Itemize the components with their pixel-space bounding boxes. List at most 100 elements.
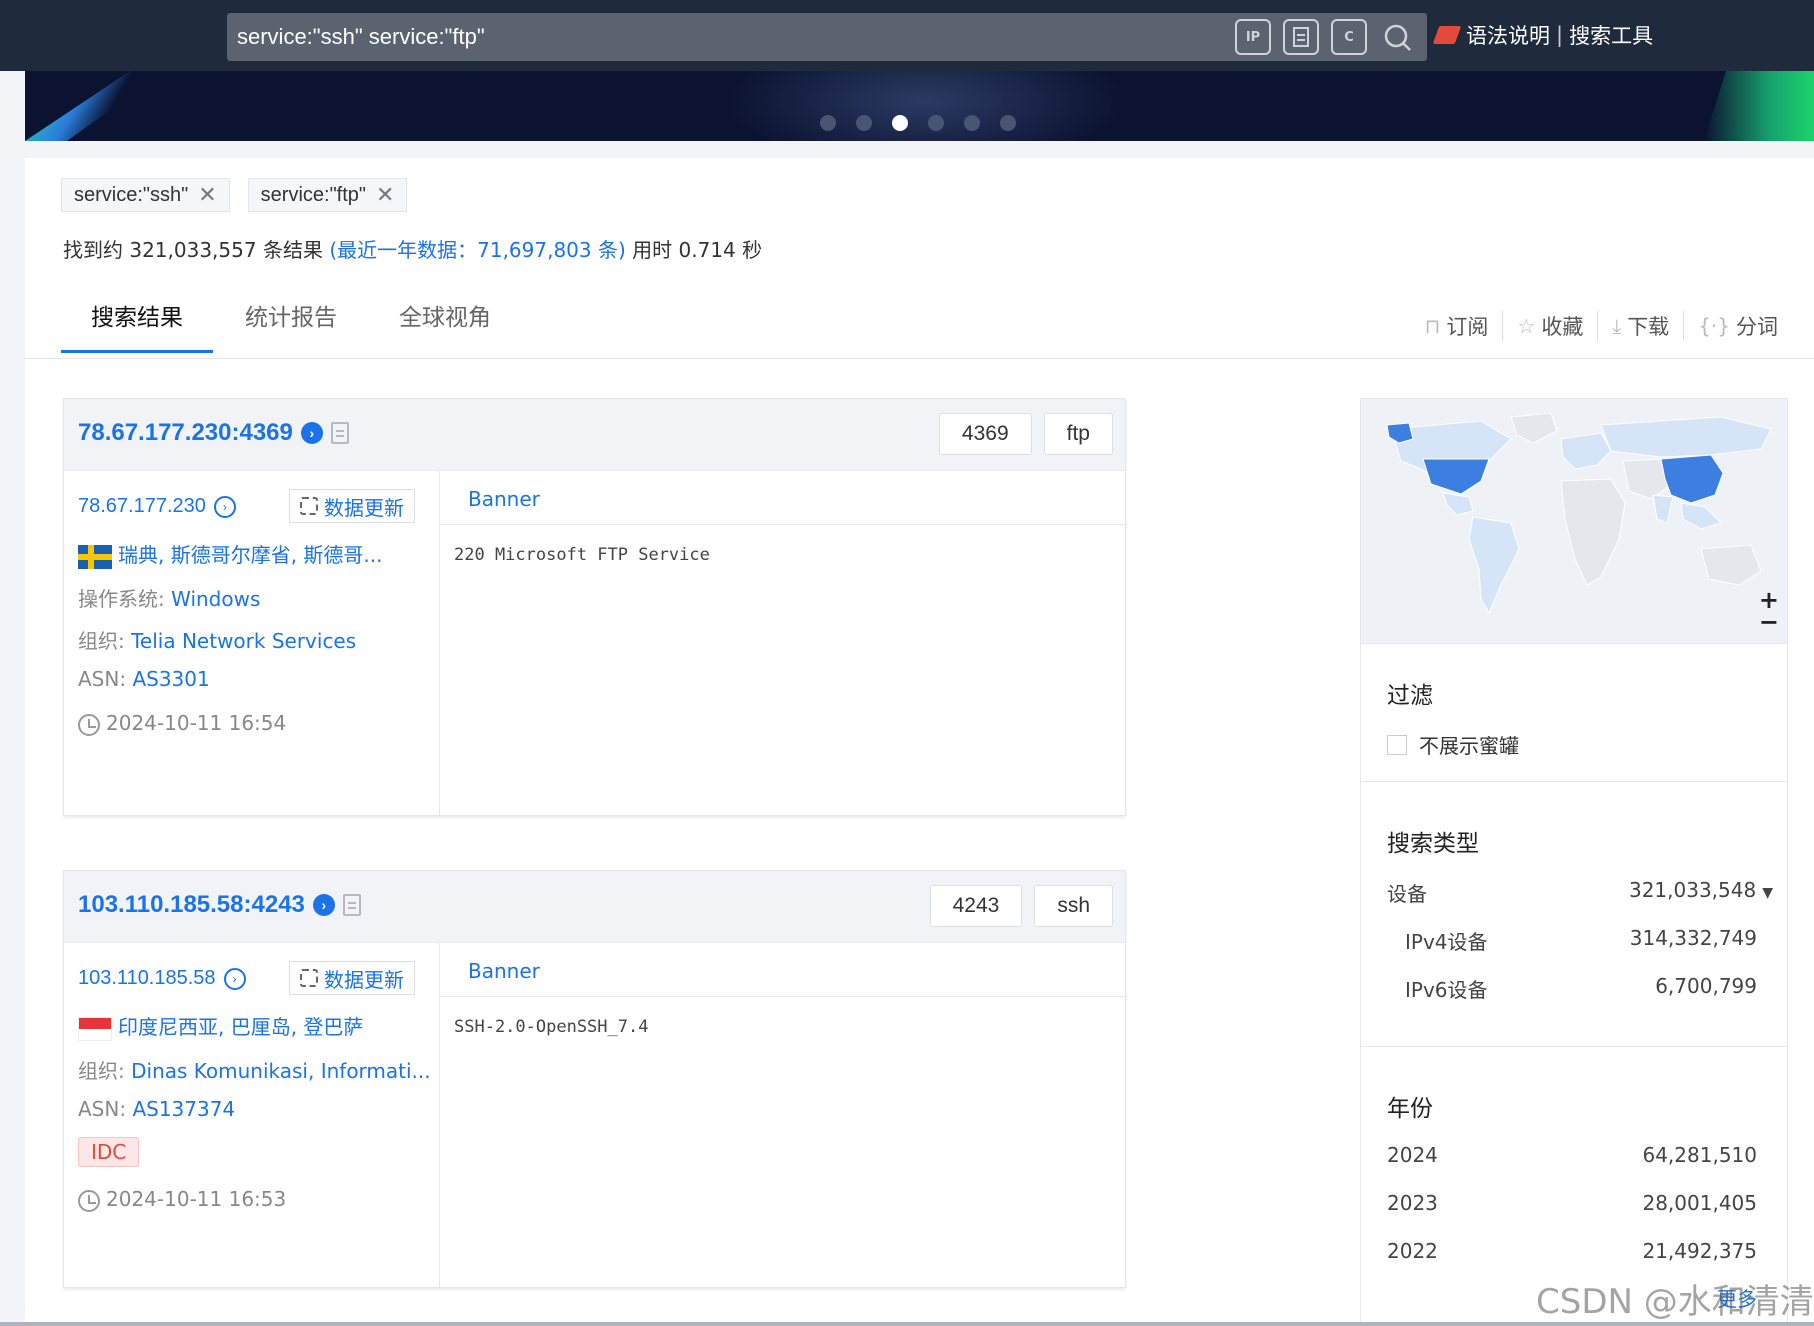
tab-statistics[interactable]: 统计报告: [215, 298, 367, 353]
tab-search-results[interactable]: 搜索结果: [61, 298, 213, 353]
caret-down-icon[interactable]: ▼: [1762, 885, 1773, 901]
search-type-title: 搜索类型: [1387, 831, 1479, 857]
carousel-dot[interactable]: [928, 115, 944, 131]
file-search-icon[interactable]: [1283, 19, 1319, 55]
timestamp: 2024-10-11 16:53: [106, 1187, 287, 1211]
star-icon: ☆: [1517, 314, 1536, 338]
banner-tab-label[interactable]: Banner: [468, 959, 540, 983]
type-row-ipv4[interactable]: IPv4设备 314,332,749: [1405, 926, 1757, 955]
open-arrow-icon[interactable]: ›: [300, 422, 323, 444]
update-label: 数据更新: [324, 967, 404, 992]
world-map[interactable]: + −: [1360, 398, 1788, 644]
tab-global-view[interactable]: 全球视角: [369, 298, 521, 353]
result-actions: ⊓ 订阅 ☆ 收藏 ⤓ 下载 {·} 分词: [1411, 311, 1792, 341]
type-count: 314,332,749: [1629, 926, 1757, 950]
search-input[interactable]: [227, 13, 1227, 61]
zoom-out-button[interactable]: −: [1759, 610, 1779, 634]
banner-tab-label[interactable]: Banner: [468, 487, 540, 511]
time-row: 2024-10-11 16:54: [78, 711, 286, 736]
year-label: 2022: [1387, 1239, 1438, 1263]
port-tag[interactable]: 4369: [938, 413, 1032, 455]
honeypot-filter[interactable]: 不展示蜜罐: [1387, 730, 1519, 759]
subscribe-button[interactable]: ⊓ 订阅: [1411, 311, 1503, 341]
asn-label: ASN:: [78, 667, 133, 691]
chevron-right-icon[interactable]: ›: [213, 495, 236, 518]
cert-search-icon[interactable]: C: [1331, 19, 1367, 55]
banner-content: SSH-2.0-OpenSSH_7.4: [454, 1017, 649, 1037]
chip-label: service:"ssh": [74, 183, 189, 206]
carousel-dot[interactable]: [964, 115, 980, 131]
type-row-device[interactable]: 设备 321,033,548 ▼: [1387, 878, 1773, 907]
carousel-dot-active[interactable]: [892, 115, 908, 131]
asn-link[interactable]: AS3301: [132, 667, 209, 691]
scan-icon: [300, 497, 318, 515]
result-title: 103.110.185.58:4243 ›: [78, 891, 361, 919]
location-link[interactable]: 印度尼西亚, 巴厘岛, 登巴萨: [118, 1015, 363, 1039]
result-summary: 找到约 321,033,557 条结果 (最近一年数据：71,697,803 条…: [63, 234, 762, 263]
chevron-right-icon[interactable]: ›: [223, 967, 246, 990]
search-icon[interactable]: [1379, 19, 1415, 55]
result-host-link[interactable]: 103.110.185.58:4243: [78, 891, 305, 919]
result-host-link[interactable]: 78.67.177.230:4369: [78, 419, 293, 447]
download-icon: ⤓: [1612, 314, 1622, 338]
banner-tab: Banner: [440, 471, 1125, 525]
favorite-button[interactable]: ☆ 收藏: [1502, 311, 1597, 341]
card-body: 78.67.177.230 › 数据更新 瑞典, 斯德哥尔摩省, 斯德哥... …: [64, 471, 1125, 815]
org-link[interactable]: Dinas Komunikasi, Informati...: [131, 1059, 431, 1083]
close-icon[interactable]: ✕: [198, 182, 216, 208]
close-icon[interactable]: ✕: [376, 182, 394, 208]
idc-badge[interactable]: IDC: [78, 1137, 140, 1167]
type-label: IPv4设备: [1405, 930, 1488, 954]
location-row: 瑞典, 斯德哥尔摩省, 斯德哥...: [78, 539, 383, 569]
promo-banner[interactable]: [25, 71, 1814, 141]
year-row[interactable]: 2022 21,492,375: [1387, 1239, 1757, 1263]
time-row: 2024-10-11 16:53: [78, 1187, 286, 1212]
result-title: 78.67.177.230:4369 ›: [78, 419, 349, 447]
main-panel: service:"ssh" ✕ service:"ftp" ✕ 找到约 321,…: [25, 158, 1814, 1326]
carousel-dot[interactable]: [856, 115, 872, 131]
year-label: 2023: [1387, 1191, 1438, 1215]
filter-chip[interactable]: service:"ftp" ✕: [247, 178, 408, 212]
recent-year-link[interactable]: (最近一年数据：71,697,803 条): [329, 238, 625, 262]
year-count: 21,492,375: [1642, 1239, 1757, 1263]
type-row-ipv6[interactable]: IPv6设备 6,700,799: [1405, 974, 1757, 1003]
org-link[interactable]: Telia Network Services: [131, 629, 356, 653]
year-row[interactable]: 2023 28,001,405: [1387, 1191, 1757, 1215]
data-update-button[interactable]: 数据更新: [289, 489, 415, 523]
filter-chip[interactable]: service:"ssh" ✕: [61, 178, 230, 212]
port-service-tags: 4369 ftp: [938, 413, 1113, 455]
result-tabs: 搜索结果 统计报告 全球视角: [61, 298, 523, 353]
sweden-flag-icon: [78, 544, 112, 569]
tokenize-button[interactable]: {·} 分词: [1683, 311, 1792, 341]
service-tag[interactable]: ssh: [1034, 885, 1113, 927]
asn-link[interactable]: AS137374: [132, 1097, 235, 1121]
search-tools-link[interactable]: 搜索工具: [1569, 20, 1653, 50]
data-update-button[interactable]: 数据更新: [289, 961, 415, 995]
year-row[interactable]: 2024 64,281,510: [1387, 1143, 1757, 1167]
copy-icon[interactable]: [330, 422, 349, 444]
os-link[interactable]: Windows: [171, 587, 260, 611]
asn-row: ASN: AS3301: [78, 667, 210, 691]
syntax-help-link[interactable]: 语法说明: [1466, 20, 1550, 50]
copy-icon[interactable]: [342, 894, 361, 916]
port-tag[interactable]: 4243: [929, 885, 1023, 927]
banner-decoration-left: [25, 71, 165, 141]
service-tag[interactable]: ftp: [1043, 413, 1113, 455]
open-arrow-icon[interactable]: ›: [312, 894, 335, 916]
carousel-dot[interactable]: [820, 115, 836, 131]
carousel-dot[interactable]: [1000, 115, 1016, 131]
download-button[interactable]: ⤓ 下载: [1597, 311, 1683, 341]
location-link[interactable]: 瑞典, 斯德哥尔摩省, 斯德哥...: [118, 543, 383, 567]
ip-search-icon[interactable]: IP: [1235, 19, 1271, 55]
banner-panel: Banner SSH-2.0-OpenSSH_7.4: [440, 943, 1125, 1287]
filter-chips: service:"ssh" ✕ service:"ftp" ✕: [61, 178, 408, 212]
ip-link[interactable]: 78.67.177.230: [78, 495, 206, 518]
ip-link[interactable]: 103.110.185.58: [78, 967, 216, 990]
result-count: 找到约 321,033,557 条结果: [63, 238, 323, 262]
timestamp: 2024-10-11 16:54: [106, 711, 287, 735]
subscribe-label: 订阅: [1446, 315, 1489, 339]
honeypot-checkbox[interactable]: [1387, 734, 1407, 755]
watermark: CSDN @水和清清: [1536, 1282, 1814, 1322]
type-count: 321,033,548: [1628, 878, 1757, 902]
sidebar: + − 过滤 不展示蜜罐 搜索类型 设备 321,033,548 ▼ IPv4设备…: [1360, 398, 1788, 1326]
